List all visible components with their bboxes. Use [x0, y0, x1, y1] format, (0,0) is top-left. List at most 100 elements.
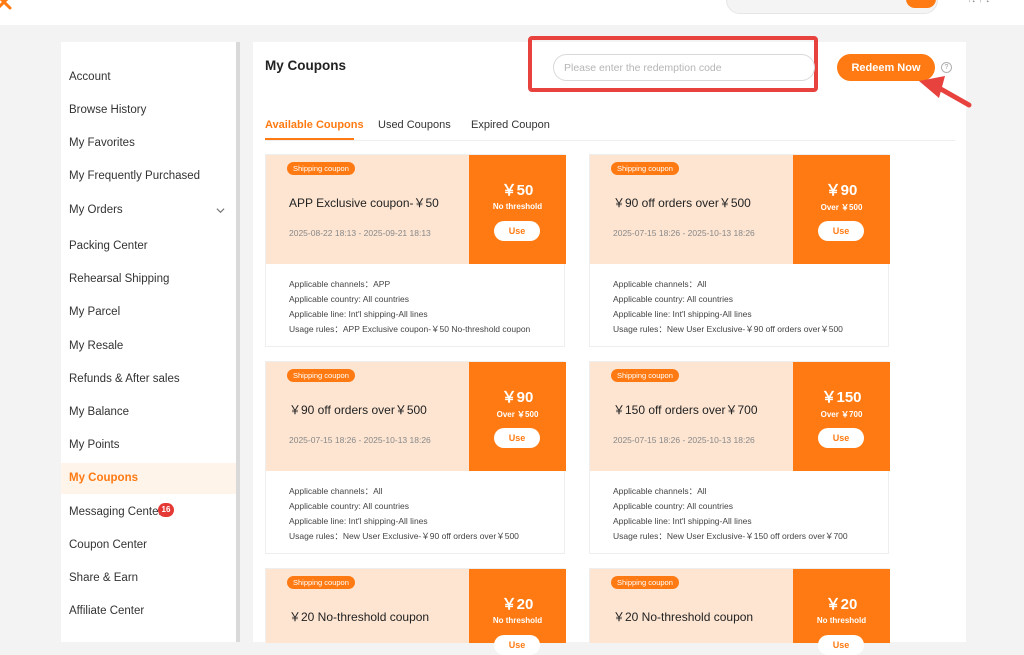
- coupon-type-tag: Shipping coupon: [611, 576, 679, 589]
- sidebar-item-rehearsal-shipping[interactable]: Rehearsal Shipping: [61, 264, 237, 295]
- use-coupon-button[interactable]: Use: [494, 635, 540, 655]
- coupon-card: Shipping coupon APP Exclusive coupon-￥50…: [265, 154, 566, 347]
- coupon-stub: ￥20 No threshold Use: [789, 569, 890, 655]
- sidebar-item-coupon-center[interactable]: Coupon Center: [61, 530, 237, 561]
- coupon-amount: ￥20: [825, 596, 858, 613]
- sidebar-item-label: My Favorites: [69, 137, 135, 149]
- sidebar-item-label-wrap: Messaging Center 16: [69, 503, 174, 518]
- sidebar-item-label: Share & Earn: [69, 572, 139, 584]
- sidebar-item-my-coupons[interactable]: My Coupons: [61, 463, 237, 494]
- coupon-condition: No threshold: [492, 616, 543, 625]
- sidebar-item-my-points[interactable]: My Points: [61, 430, 237, 461]
- active-tab-indicator: [265, 138, 354, 140]
- coupon-detail-line: Applicable line: Int'l shipping-All line…: [289, 516, 428, 526]
- sidebar-item-label: My Parcel: [69, 306, 121, 318]
- sidebar-item-label: Rehearsal Shipping: [69, 273, 170, 285]
- logo-icon[interactable]: [0, 0, 14, 12]
- redemption-code-input[interactable]: [553, 54, 815, 81]
- coupon-detail-line: Applicable channels：APP: [289, 279, 391, 289]
- coupon-validity: 2025-07-15 18:26 - 2025-10-13 18:26: [613, 228, 755, 238]
- use-coupon-button[interactable]: Use: [818, 221, 864, 241]
- tab-expired-coupon[interactable]: Expired Coupon: [471, 119, 550, 131]
- coupon-details: Applicable channels：All Applicable count…: [613, 484, 848, 544]
- sidebar-item-share-earn[interactable]: Share & Earn: [61, 563, 237, 594]
- sidebar-scrollbar[interactable]: [236, 42, 240, 642]
- sidebar-item-messaging-center[interactable]: Messaging Center 16: [61, 497, 237, 528]
- use-coupon-button[interactable]: Use: [818, 635, 864, 655]
- coupon-detail-line: Usage rules：New User Exclusive-￥90 off o…: [289, 531, 519, 541]
- coupon-title: ￥90 off orders over￥500: [613, 196, 751, 210]
- coupon-validity: 2025-07-15 18:26 - 2025-10-13 18:26: [613, 435, 755, 445]
- coupon-type-tag: Shipping coupon: [287, 576, 355, 589]
- unread-badge: 16: [158, 503, 174, 517]
- coupon-condition: Over ￥500: [820, 203, 863, 212]
- coupon-detail-line: Applicable channels：All: [289, 486, 383, 496]
- coupon-title: ￥90 off orders over￥500: [289, 403, 427, 417]
- coupon-title: ￥150 off orders over￥700: [613, 403, 758, 417]
- coupon-header: Shipping coupon ￥150 off orders over￥700…: [590, 362, 890, 471]
- coupon-details: Applicable channels：APP Applicable count…: [289, 277, 530, 337]
- coupon-stub: ￥90 Over ￥500 Use: [789, 155, 890, 264]
- coupon-stub: ￥50 No threshold Use: [465, 155, 566, 264]
- tab-available-coupons[interactable]: Available Coupons: [265, 119, 364, 131]
- sidebar-item-account[interactable]: Account: [61, 62, 237, 93]
- coupon-header: Shipping coupon ￥20 No-threshold coupon …: [266, 569, 566, 655]
- coupon-detail-line: Applicable line: Int'l shipping-All line…: [613, 309, 752, 319]
- coupon-detail-line: Applicable line: Int'l shipping-All line…: [613, 516, 752, 526]
- coupon-title: APP Exclusive coupon-￥50: [289, 196, 439, 210]
- coupon-validity: 2025-08-22 18:13 - 2025-09-21 18:13: [289, 228, 431, 238]
- sidebar-item-label: My Coupons: [69, 472, 138, 484]
- sidebar-item-label: Account: [69, 71, 111, 83]
- coupon-detail-line: Applicable country: All countries: [289, 501, 410, 511]
- coupon-details: Applicable channels：All Applicable count…: [613, 277, 843, 337]
- coupon-card: Shipping coupon ￥150 off orders over￥700…: [589, 361, 890, 554]
- coupon-card: Shipping coupon ￥20 No-threshold coupon …: [589, 568, 890, 655]
- coupon-header: Shipping coupon APP Exclusive coupon-￥50…: [266, 155, 566, 264]
- coupon-condition: No threshold: [816, 616, 867, 625]
- coupon-detail-line: Usage rules：APP Exclusive coupon-￥50 No-…: [289, 324, 531, 334]
- sidebar-item-label: My Points: [69, 439, 120, 451]
- sidebar-item-label: My Resale: [69, 340, 124, 352]
- top-bar: · · ↑↓ ↑ ↓: [0, 0, 1024, 25]
- coupon-header: Shipping coupon ￥90 off orders over￥500 …: [266, 362, 566, 471]
- sidebar-item-frequently-purchased[interactable]: My Frequently Purchased: [61, 161, 237, 192]
- coupon-detail-line: Usage rules：New User Exclusive-￥90 off o…: [613, 324, 843, 334]
- sidebar-item-refunds[interactable]: Refunds & After sales: [61, 364, 237, 395]
- top-user-text[interactable]: · · ↑↓ ↑ ↓: [956, 0, 990, 4]
- use-coupon-button[interactable]: Use: [494, 221, 540, 241]
- coupon-type-tag: Shipping coupon: [287, 369, 355, 382]
- page-title: My Coupons: [265, 58, 346, 73]
- sidebar-item-label: Browse History: [69, 104, 147, 116]
- use-coupon-button[interactable]: Use: [494, 428, 540, 448]
- sidebar-item-label: Packing Center: [69, 240, 148, 252]
- sidebar-item-my-balance[interactable]: My Balance: [61, 397, 237, 428]
- coupon-stub: ￥20 No threshold Use: [465, 569, 566, 655]
- sidebar-item-label: Refunds & After sales: [69, 373, 180, 385]
- coupon-condition: Over ￥500: [496, 410, 539, 419]
- sidebar-item-my-orders[interactable]: My Orders: [61, 195, 237, 226]
- chevron-down-icon[interactable]: [216, 206, 225, 215]
- coupon-title: ￥20 No-threshold coupon: [613, 610, 754, 624]
- sidebar-item-my-parcel[interactable]: My Parcel: [61, 297, 237, 328]
- sidebar-item-packing-center[interactable]: Packing Center: [61, 231, 237, 262]
- sidebar: Account Browse History My Favorites My F…: [61, 42, 237, 642]
- sidebar-item-my-resale[interactable]: My Resale: [61, 331, 237, 362]
- coupon-condition: No threshold: [492, 202, 543, 211]
- coupon-amount: ￥90: [501, 389, 534, 406]
- tab-used-coupons[interactable]: Used Coupons: [378, 119, 451, 131]
- sidebar-item-label: Coupon Center: [69, 539, 147, 551]
- coupon-type-tag: Shipping coupon: [611, 369, 679, 382]
- coupon-header: Shipping coupon ￥90 off orders over￥500 …: [590, 155, 890, 264]
- coupon-detail-line: Applicable country: All countries: [613, 501, 734, 511]
- coupon-type-tag: Shipping coupon: [611, 162, 679, 175]
- sidebar-item-browse-history[interactable]: Browse History: [61, 95, 237, 126]
- sidebar-item-my-favorites[interactable]: My Favorites: [61, 128, 237, 159]
- coupon-validity: 2025-07-15 18:26 - 2025-10-13 18:26: [289, 435, 431, 445]
- coupon-stub: ￥150 Over ￥700 Use: [789, 362, 890, 471]
- coupon-amount: ￥20: [501, 596, 534, 613]
- use-coupon-button[interactable]: Use: [818, 428, 864, 448]
- coupon-detail-line: Applicable channels：All: [613, 279, 707, 289]
- sidebar-item-label: My Orders: [69, 204, 123, 216]
- pointer-arrow-icon: [919, 76, 972, 108]
- sidebar-item-affiliate-center[interactable]: Affiliate Center: [61, 596, 237, 627]
